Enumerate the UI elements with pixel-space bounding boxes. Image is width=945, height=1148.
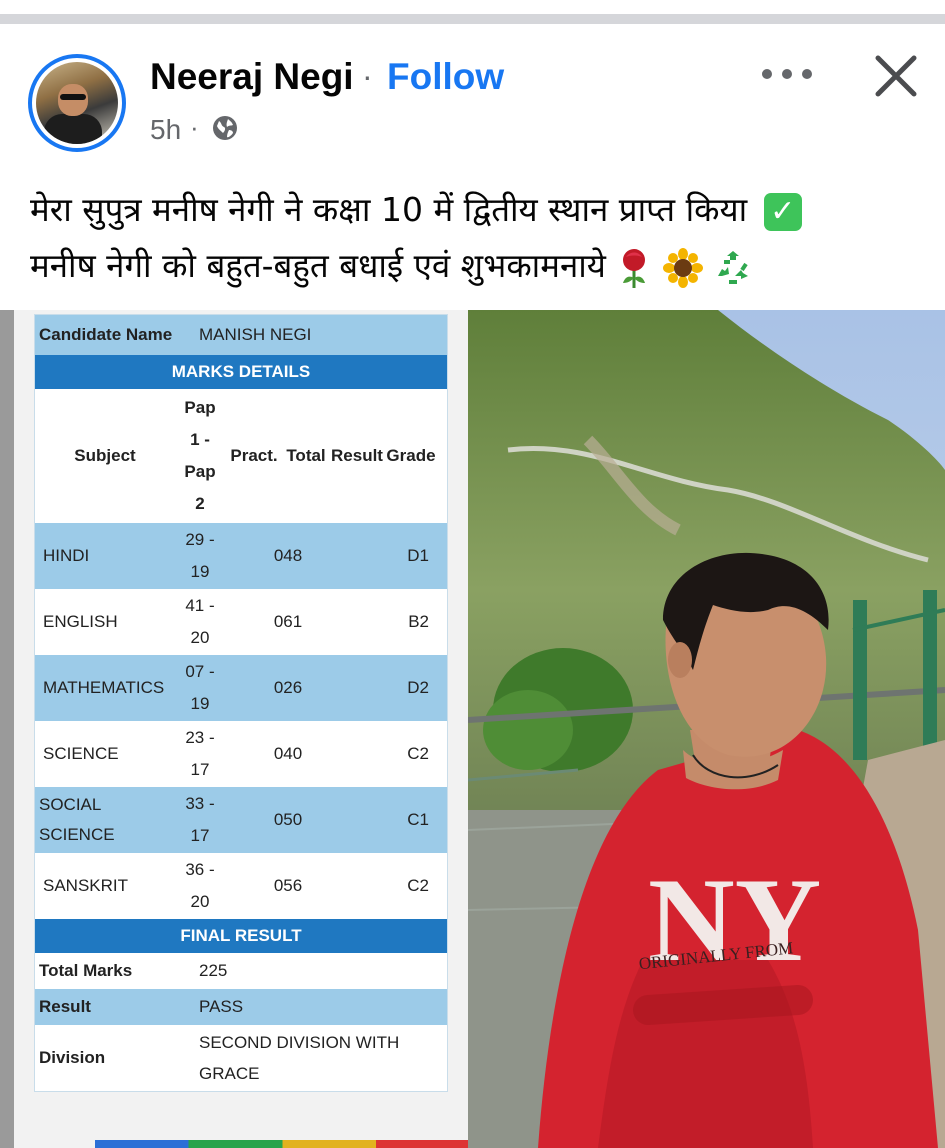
top-divider <box>0 14 945 24</box>
total-marks: 056 <box>273 876 303 895</box>
table-row: MATHEMATICS 07 -19 026 D2 <box>35 655 447 721</box>
author-avatar[interactable] <box>28 54 126 152</box>
paper-marks: 29 -19 <box>185 530 215 581</box>
paper-marks: 07 -19 <box>185 662 215 713</box>
total-marks-label: Total Marks <box>39 961 133 980</box>
division-value: SECOND DIVISION WITH GRACE <box>199 1033 400 1083</box>
author-name[interactable]: Neeraj Negi <box>150 56 354 98</box>
header-grade: Grade <box>386 446 436 465</box>
header-pap: Pap 1 - Pap 2 <box>184 398 216 513</box>
marks-details-title: MARKS DETAILS <box>35 355 447 389</box>
total-marks: 048 <box>273 546 303 565</box>
check-mark-emoji: ✓ <box>763 192 802 231</box>
grade: D1 <box>407 546 429 565</box>
candidate-row: Candidate Name MANISH NEGI <box>35 315 447 355</box>
caption-line-2: मनीष नेगी को बहुत-बहुत बधाई एवं शुभकामना… <box>30 238 930 294</box>
paper-marks: 36 -20 <box>185 860 215 911</box>
subject-name: SOCIAL SCIENCE <box>39 795 115 844</box>
post-caption: मेरा सुपुत्र मनीष नेगी ने कक्षा 10 में द… <box>30 182 930 294</box>
post-time[interactable]: 5h <box>150 114 181 146</box>
table-row: SOCIAL SCIENCE 33 -17 050 C1 <box>35 787 447 853</box>
subject-name: MATHEMATICS <box>43 678 165 697</box>
grade: C2 <box>407 876 429 895</box>
final-result-title: FINAL RESULT <box>35 919 447 953</box>
grade: C2 <box>407 744 429 763</box>
top-bar <box>0 0 945 30</box>
subject-name: HINDI <box>43 546 90 565</box>
student-photo: NY ORIGINALLY FROM <box>468 310 945 1148</box>
header-pract: Pract. <box>230 446 278 465</box>
header-result: Result <box>331 446 383 465</box>
result-row: Result PASS <box>35 989 447 1025</box>
sunflower-emoji <box>662 247 703 288</box>
subject-name: SCIENCE <box>43 744 119 763</box>
grade: D2 <box>407 678 429 697</box>
header-total: Total <box>286 446 326 465</box>
avatar-photo <box>36 62 118 144</box>
table-row: ENGLISH 41 -20 061 B2 <box>35 589 447 655</box>
grade: B2 <box>408 612 429 631</box>
result-screenshot: Candidate Name MANISH NEGI MARKS DETAILS… <box>0 310 470 1148</box>
subject-name: ENGLISH <box>43 612 118 631</box>
close-icon[interactable] <box>872 52 920 100</box>
total-marks: 026 <box>273 678 303 697</box>
paper-marks: 41 -20 <box>185 596 215 647</box>
total-marks: 040 <box>273 744 303 763</box>
result-label: Result <box>39 997 91 1016</box>
total-marks: 050 <box>273 810 303 829</box>
total-marks-value: 225 <box>199 961 228 980</box>
candidate-value: MANISH NEGI <box>199 325 312 344</box>
subject-name: SANSKRIT <box>43 876 129 895</box>
division-label: Division <box>39 1048 106 1067</box>
paper-marks: 23 -17 <box>185 728 215 779</box>
total-marks: 061 <box>273 612 303 631</box>
division-row: Division SECOND DIVISION WITH GRACE <box>35 1025 447 1091</box>
paper-marks: 33 -17 <box>185 794 215 845</box>
header-subject: Subject <box>74 446 136 465</box>
marks-header-row: Subject Pap 1 - Pap 2 Pract. Total Result G… <box>35 389 447 523</box>
color-bar <box>95 1140 470 1148</box>
globe-icon <box>213 116 237 140</box>
marks-card: Candidate Name MANISH NEGI MARKS DETAILS… <box>34 314 448 1092</box>
table-row: HINDI 29 -19 048 D1 <box>35 523 447 589</box>
candidate-label: Candidate Name <box>39 325 173 344</box>
table-row: SANSKRIT 36 -20 056 C2 <box>35 853 447 919</box>
total-marks-row: Total Marks 225 <box>35 953 447 989</box>
follow-button[interactable]: Follow <box>387 56 504 98</box>
name-separator: · <box>362 58 373 94</box>
rose-emoji <box>623 248 646 288</box>
more-options-icon[interactable] <box>762 62 812 86</box>
caption-line-1: मेरा सुपुत्र मनीष नेगी ने कक्षा 10 में द… <box>30 182 930 238</box>
recycle-emoji <box>718 250 749 284</box>
result-value: PASS <box>199 997 244 1016</box>
time-separator: · <box>190 112 199 142</box>
grade: C1 <box>407 810 429 829</box>
post-media[interactable]: Candidate Name MANISH NEGI MARKS DETAILS… <box>0 310 945 1148</box>
table-row: SCIENCE 23 -17 040 C2 <box>35 721 447 787</box>
